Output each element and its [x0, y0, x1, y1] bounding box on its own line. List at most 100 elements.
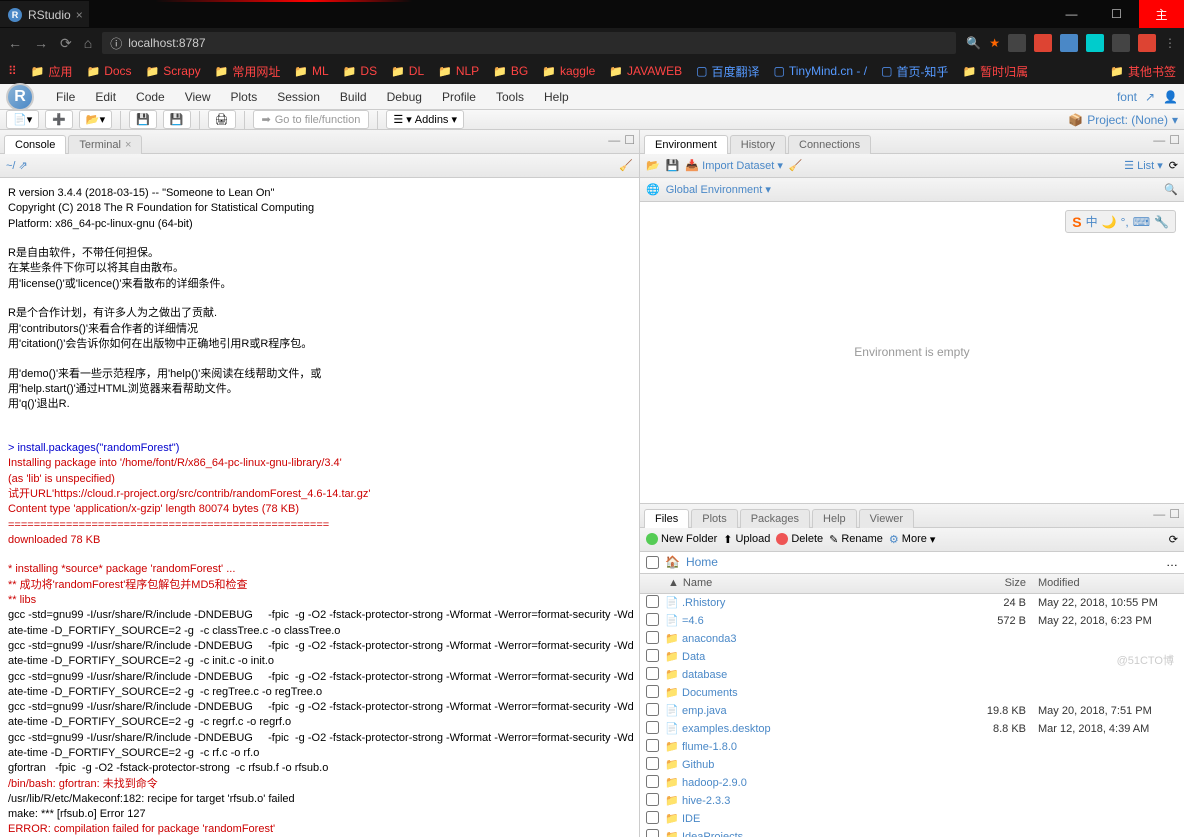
- bookmark-item[interactable]: 📁常用网址: [215, 63, 281, 80]
- load-workspace-icon[interactable]: 📂: [646, 159, 660, 172]
- bookmark-item[interactable]: 📁NLP: [438, 63, 479, 80]
- close-button[interactable]: 主: [1139, 0, 1184, 28]
- open-file-button[interactable]: 📂▾: [79, 110, 112, 129]
- bookmark-item[interactable]: 📁DS: [343, 63, 377, 80]
- menu-debug[interactable]: Debug: [377, 86, 432, 108]
- addins-button[interactable]: ☰ ▾ Addins ▾: [386, 110, 464, 129]
- save-workspace-icon[interactable]: 💾: [666, 159, 680, 172]
- menu-session[interactable]: Session: [267, 86, 330, 108]
- file-checkbox[interactable]: [646, 721, 659, 734]
- save-button[interactable]: 💾: [129, 110, 157, 129]
- browser-tab[interactable]: R RStudio ×: [0, 1, 89, 27]
- file-name[interactable]: =4.6: [680, 615, 964, 627]
- user-icon[interactable]: 👤: [1163, 90, 1178, 104]
- file-row[interactable]: 📄examples.desktop8.8 KBMar 12, 2018, 4:3…: [640, 720, 1184, 738]
- ext-icon-5[interactable]: [1112, 34, 1130, 52]
- file-row[interactable]: 📁IDE: [640, 810, 1184, 828]
- bookmark-item[interactable]: 📁JAVAWEB: [609, 63, 682, 80]
- ext-icon-4[interactable]: [1086, 34, 1104, 52]
- bookmark-item[interactable]: 📁ML: [294, 63, 328, 80]
- reload-icon[interactable]: ⟳: [60, 35, 72, 52]
- home-icon[interactable]: 🏠: [665, 555, 680, 569]
- file-name[interactable]: IDE: [680, 813, 964, 825]
- minimize-button[interactable]: —: [1049, 0, 1094, 28]
- ime-mode[interactable]: 中: [1086, 213, 1098, 230]
- file-name[interactable]: flume-1.8.0: [680, 741, 964, 753]
- maximize-pane-icon[interactable]: ☐: [1169, 133, 1180, 147]
- file-row[interactable]: 📁anaconda3: [640, 630, 1184, 648]
- import-dataset-button[interactable]: 📥 Import Dataset ▾: [685, 159, 782, 172]
- file-row[interactable]: 📄=4.6572 BMay 22, 2018, 6:23 PM: [640, 612, 1184, 630]
- back-icon[interactable]: ←: [8, 35, 22, 52]
- delete-button[interactable]: Delete: [776, 533, 823, 545]
- select-all-checkbox[interactable]: [646, 556, 659, 569]
- file-checkbox[interactable]: [646, 649, 659, 662]
- bookmark-item[interactable]: ▢首页-知乎: [881, 63, 948, 80]
- ime-toolbar[interactable]: S 中 🌙 °, ⌨ 🔧: [1065, 210, 1176, 233]
- menu-tools[interactable]: Tools: [486, 86, 534, 108]
- file-row[interactable]: 📁IdeaProjects: [640, 828, 1184, 837]
- file-name[interactable]: hadoop-2.9.0: [680, 777, 964, 789]
- apps-icon[interactable]: ⠿: [8, 64, 17, 78]
- bookmark-item[interactable]: ▢TinyMind.cn - /: [774, 63, 868, 80]
- save-all-button[interactable]: 💾: [163, 110, 191, 129]
- bookmark-item[interactable]: ▢百度翻译: [696, 63, 759, 80]
- bookmark-item[interactable]: 📁应用: [31, 63, 73, 80]
- file-checkbox[interactable]: [646, 667, 659, 680]
- more-button[interactable]: ⚙More ▾: [889, 533, 935, 546]
- ime-settings-icon[interactable]: 🔧: [1154, 215, 1169, 229]
- menu-icon[interactable]: ⋮: [1164, 36, 1176, 50]
- file-name[interactable]: IdeaProjects: [680, 831, 964, 837]
- list-view-button[interactable]: ☰ List ▾: [1124, 159, 1163, 172]
- menu-help[interactable]: Help: [534, 86, 579, 108]
- minimize-pane-icon[interactable]: —: [1153, 133, 1165, 147]
- adblock-icon[interactable]: [1138, 34, 1156, 52]
- home-link[interactable]: Home: [686, 555, 718, 569]
- bookmark-item[interactable]: 📁暂时归属: [962, 63, 1028, 80]
- console-tab[interactable]: Console: [4, 135, 66, 154]
- bookmark-item[interactable]: 📁Scrapy: [146, 63, 201, 80]
- project-selector[interactable]: 📦 Project: (None) ▾: [1068, 113, 1178, 127]
- goto-dir-icon[interactable]: …: [1166, 555, 1178, 569]
- font-label[interactable]: font: [1117, 90, 1137, 104]
- console-clear-icon[interactable]: 🧹: [619, 159, 633, 172]
- ext-icon-1[interactable]: [1008, 34, 1026, 52]
- print-button[interactable]: 🖨: [208, 110, 236, 129]
- rename-button[interactable]: ✎Rename: [829, 533, 883, 546]
- close-icon[interactable]: ×: [125, 139, 131, 151]
- file-checkbox[interactable]: [646, 775, 659, 788]
- name-column[interactable]: ▲ Name: [664, 577, 964, 589]
- goto-file-input[interactable]: ➡ Go to file/function: [253, 110, 370, 129]
- plots-tab[interactable]: Plots: [691, 509, 737, 528]
- maximize-pane-icon[interactable]: ☐: [1169, 507, 1180, 521]
- terminal-tab[interactable]: Terminal×: [68, 135, 142, 154]
- minimize-pane-icon[interactable]: —: [1153, 507, 1165, 521]
- file-checkbox[interactable]: [646, 739, 659, 752]
- file-name[interactable]: hive-2.3.3: [680, 795, 964, 807]
- menu-file[interactable]: File: [46, 86, 85, 108]
- menu-code[interactable]: Code: [126, 86, 175, 108]
- size-column[interactable]: Size: [964, 577, 1034, 589]
- menu-build[interactable]: Build: [330, 86, 377, 108]
- menu-edit[interactable]: Edit: [85, 86, 126, 108]
- file-checkbox[interactable]: [646, 613, 659, 626]
- ext-icon-2[interactable]: [1034, 34, 1052, 52]
- star-icon[interactable]: ★: [989, 36, 1000, 50]
- file-name[interactable]: database: [680, 669, 964, 681]
- file-row[interactable]: 📁Documents: [640, 684, 1184, 702]
- ime-keyboard-icon[interactable]: ⌨: [1133, 215, 1150, 229]
- file-row[interactable]: 📁database: [640, 666, 1184, 684]
- file-row[interactable]: 📄emp.java19.8 KBMay 20, 2018, 7:51 PM: [640, 702, 1184, 720]
- menu-view[interactable]: View: [175, 86, 221, 108]
- forward-icon[interactable]: →: [34, 35, 48, 52]
- logout-icon[interactable]: ↗: [1145, 90, 1155, 104]
- menu-plots[interactable]: Plots: [221, 86, 268, 108]
- bookmark-item[interactable]: 📁Docs: [87, 63, 132, 80]
- packages-tab[interactable]: Packages: [740, 509, 810, 528]
- modified-column[interactable]: Modified: [1034, 577, 1184, 589]
- files-tab[interactable]: Files: [644, 509, 689, 528]
- help-tab[interactable]: Help: [812, 509, 857, 528]
- file-checkbox[interactable]: [646, 631, 659, 644]
- refresh-icon[interactable]: ⟳: [1169, 533, 1178, 546]
- history-tab[interactable]: History: [730, 135, 786, 154]
